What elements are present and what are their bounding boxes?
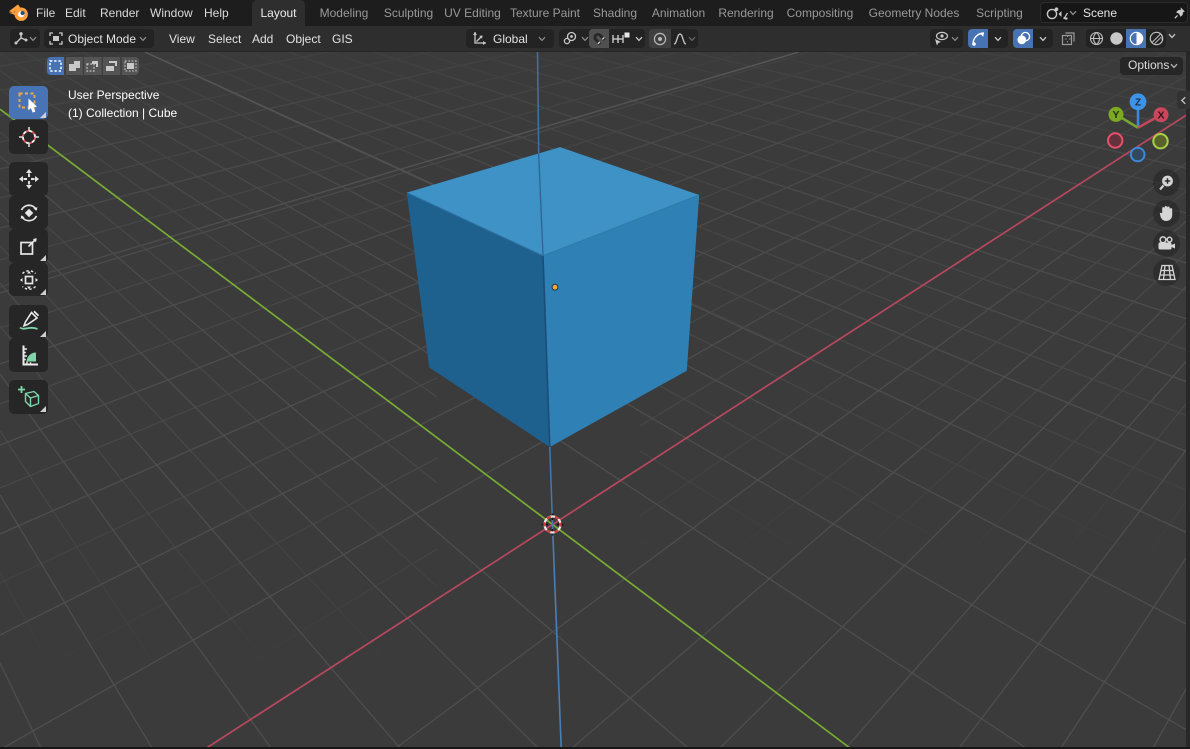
- svg-text:Y: Y: [1112, 109, 1119, 121]
- svg-text:Z: Z: [1135, 98, 1141, 109]
- svg-text:X: X: [1157, 109, 1164, 121]
